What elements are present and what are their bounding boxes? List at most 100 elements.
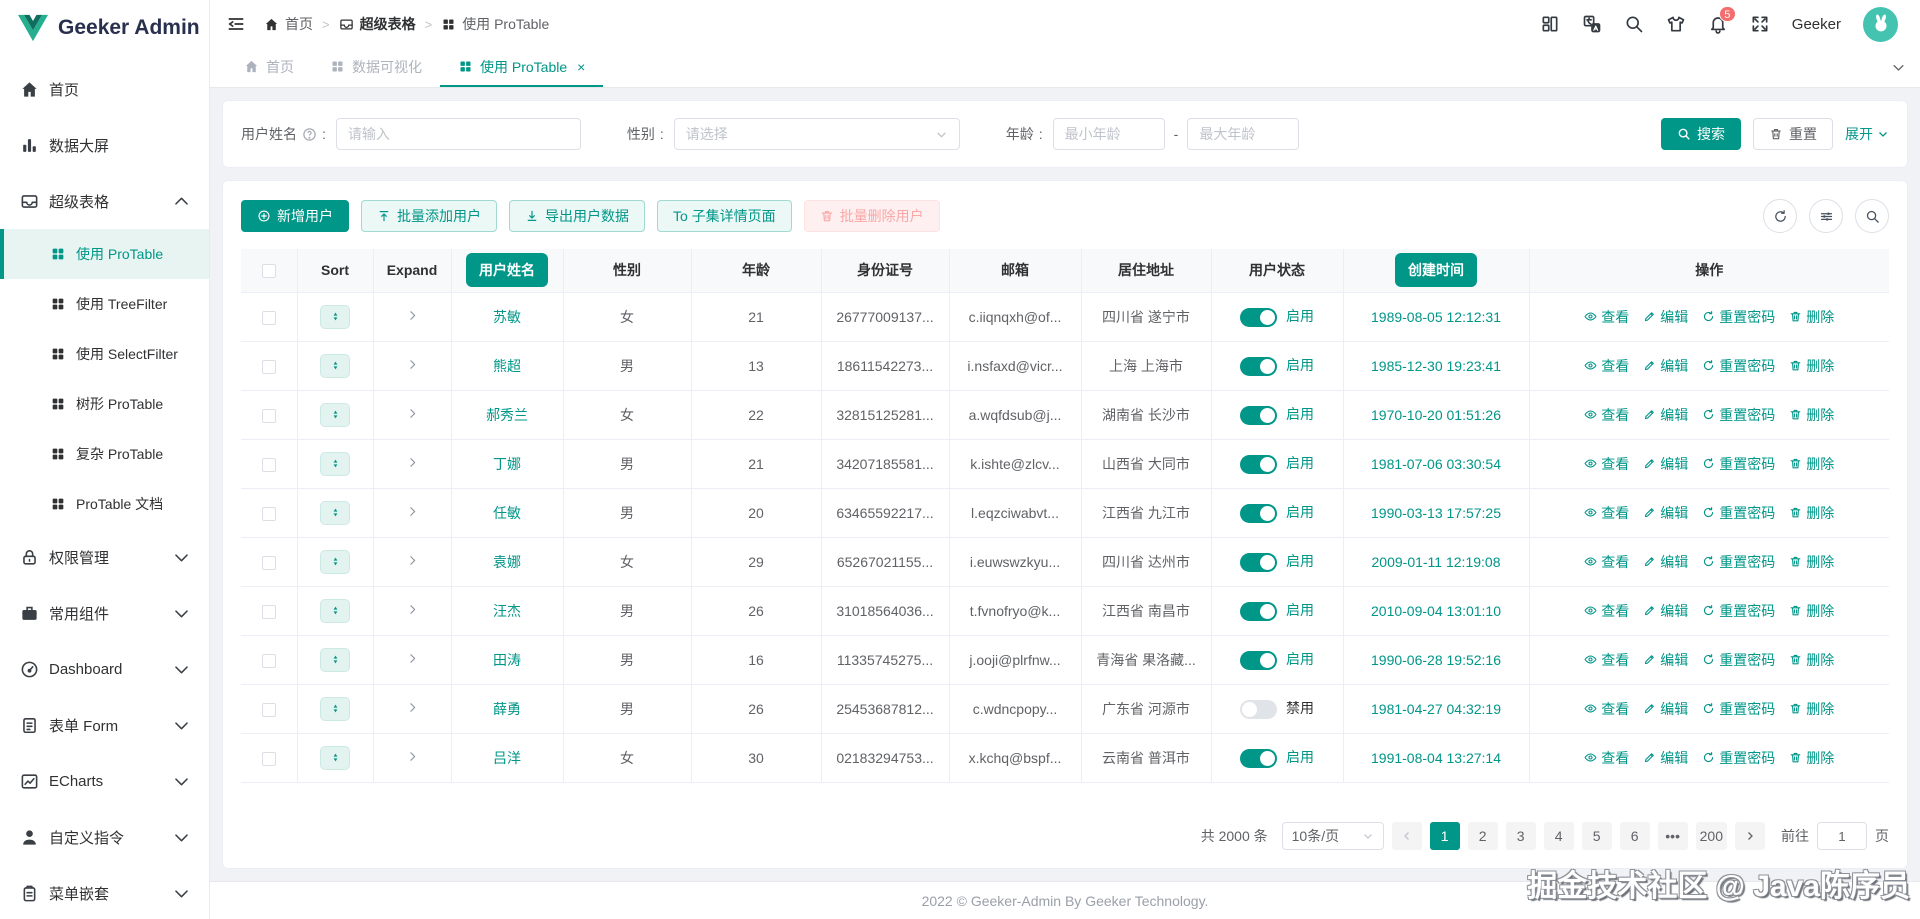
row-sort-handle[interactable] bbox=[320, 304, 350, 329]
delete-action[interactable]: 删除 bbox=[1789, 454, 1834, 474]
reset-password-action[interactable]: 重置密码 bbox=[1702, 552, 1775, 572]
expand-filter-link[interactable]: 展开 bbox=[1845, 124, 1889, 144]
toolbar-button[interactable]: 批量添加用户 bbox=[361, 200, 497, 232]
toolbar-button[interactable]: To 子集详情页面 bbox=[657, 200, 792, 232]
user-name-link[interactable]: 苏敏 bbox=[493, 309, 521, 325]
delete-action[interactable]: 删除 bbox=[1789, 748, 1834, 768]
delete-action[interactable]: 删除 bbox=[1789, 503, 1834, 523]
sidebar-subitem[interactable]: 复杂 ProTable bbox=[0, 429, 209, 479]
language-icon[interactable] bbox=[1582, 14, 1602, 34]
user-name-link[interactable]: 丁娜 bbox=[493, 456, 521, 472]
user-name-link[interactable]: 薛勇 bbox=[493, 701, 521, 717]
row-checkbox[interactable] bbox=[261, 506, 276, 521]
row-checkbox[interactable] bbox=[261, 702, 276, 717]
delete-action[interactable]: 删除 bbox=[1789, 650, 1834, 670]
reset-password-action[interactable]: 重置密码 bbox=[1702, 405, 1775, 425]
row-sort-handle[interactable] bbox=[320, 402, 350, 427]
user-name-link[interactable]: 田涛 bbox=[493, 652, 521, 668]
refresh-table-button[interactable] bbox=[1763, 199, 1797, 233]
edit-action[interactable]: 编辑 bbox=[1643, 748, 1688, 768]
username-input[interactable] bbox=[335, 118, 581, 150]
expand-row-icon[interactable] bbox=[406, 407, 419, 420]
edit-action[interactable]: 编辑 bbox=[1643, 356, 1688, 376]
sortable-column-header[interactable]: 创建时间 bbox=[1395, 253, 1477, 288]
status-toggle[interactable] bbox=[1240, 650, 1277, 670]
sidebar-item[interactable]: 自定义指令 bbox=[0, 809, 209, 865]
user-name-link[interactable]: 熊超 bbox=[493, 358, 521, 374]
reset-password-action[interactable]: 重置密码 bbox=[1702, 307, 1775, 327]
row-sort-handle[interactable] bbox=[320, 745, 350, 770]
view-action[interactable]: 查看 bbox=[1584, 601, 1629, 621]
edit-action[interactable]: 编辑 bbox=[1643, 552, 1688, 572]
expand-row-icon[interactable] bbox=[406, 652, 419, 665]
row-sort-handle[interactable] bbox=[320, 647, 350, 672]
expand-row-icon[interactable] bbox=[406, 309, 419, 322]
view-action[interactable]: 查看 bbox=[1584, 356, 1629, 376]
row-sort-handle[interactable] bbox=[320, 451, 350, 476]
layout-size-icon[interactable] bbox=[1540, 14, 1560, 34]
row-checkbox[interactable] bbox=[261, 653, 276, 668]
page-size-select[interactable]: 10条/页 bbox=[1281, 822, 1384, 850]
row-checkbox[interactable] bbox=[261, 604, 276, 619]
sidebar-item[interactable]: ECharts bbox=[0, 753, 209, 809]
breadcrumb-item[interactable]: 超级表格 bbox=[339, 14, 416, 34]
expand-row-icon[interactable] bbox=[406, 358, 419, 371]
view-action[interactable]: 查看 bbox=[1584, 405, 1629, 425]
user-name-link[interactable]: 郝秀兰 bbox=[486, 407, 528, 423]
edit-action[interactable]: 编辑 bbox=[1643, 503, 1688, 523]
help-icon[interactable] bbox=[302, 127, 317, 142]
reset-password-action[interactable]: 重置密码 bbox=[1702, 748, 1775, 768]
collapse-menu-icon[interactable] bbox=[226, 14, 246, 34]
reset-password-action[interactable]: 重置密码 bbox=[1702, 699, 1775, 719]
sidebar-item[interactable]: 菜单嵌套 bbox=[0, 865, 209, 919]
status-toggle[interactable] bbox=[1240, 699, 1277, 719]
edit-action[interactable]: 编辑 bbox=[1643, 699, 1688, 719]
sidebar-subitem[interactable]: 使用 SelectFilter bbox=[0, 329, 209, 379]
user-name-link[interactable]: 吕洋 bbox=[493, 750, 521, 766]
reset-button[interactable]: 重置 bbox=[1753, 118, 1833, 150]
row-checkbox[interactable] bbox=[261, 751, 276, 766]
view-action[interactable]: 查看 bbox=[1584, 503, 1629, 523]
status-toggle[interactable] bbox=[1240, 748, 1277, 768]
status-toggle[interactable] bbox=[1240, 405, 1277, 425]
reset-password-action[interactable]: 重置密码 bbox=[1702, 503, 1775, 523]
search-button[interactable]: 搜索 bbox=[1661, 118, 1741, 150]
status-toggle[interactable] bbox=[1240, 552, 1277, 572]
sidebar-item[interactable]: Dashboard bbox=[0, 641, 209, 697]
view-action[interactable]: 查看 bbox=[1584, 552, 1629, 572]
delete-action[interactable]: 删除 bbox=[1789, 356, 1834, 376]
select-all-checkbox[interactable] bbox=[261, 264, 276, 279]
row-sort-handle[interactable] bbox=[320, 500, 350, 525]
page-button-200[interactable]: 200 bbox=[1695, 822, 1727, 850]
tab-首页[interactable]: 首页 bbox=[226, 48, 312, 87]
reset-password-action[interactable]: 重置密码 bbox=[1702, 601, 1775, 621]
age-max-input[interactable] bbox=[1187, 118, 1300, 150]
toolbar-button[interactable]: 导出用户数据 bbox=[509, 200, 645, 232]
delete-action[interactable]: 删除 bbox=[1789, 405, 1834, 425]
user-name-link[interactable]: 任敏 bbox=[493, 505, 521, 521]
view-action[interactable]: 查看 bbox=[1584, 748, 1629, 768]
page-button-3[interactable]: 3 bbox=[1505, 822, 1536, 850]
expand-row-icon[interactable] bbox=[406, 701, 419, 714]
row-sort-handle[interactable] bbox=[320, 353, 350, 378]
sidebar-item[interactable]: 常用组件 bbox=[0, 585, 209, 641]
age-min-input[interactable] bbox=[1052, 118, 1165, 150]
page-button-5[interactable]: 5 bbox=[1581, 822, 1612, 850]
notifications-icon[interactable]: 5 bbox=[1708, 6, 1736, 34]
sidebar-item[interactable]: 表单 Form bbox=[0, 697, 209, 753]
view-action[interactable]: 查看 bbox=[1584, 699, 1629, 719]
toggle-search-button[interactable] bbox=[1855, 199, 1889, 233]
column-settings-button[interactable] bbox=[1809, 199, 1843, 233]
tab-数据可视化[interactable]: 数据可视化 bbox=[312, 48, 440, 87]
prev-page-button[interactable] bbox=[1391, 822, 1422, 850]
row-checkbox[interactable] bbox=[261, 457, 276, 472]
close-tab-icon[interactable]: × bbox=[577, 60, 585, 74]
more-pages-button[interactable]: ••• bbox=[1657, 822, 1688, 850]
delete-action[interactable]: 删除 bbox=[1789, 307, 1834, 327]
expand-row-icon[interactable] bbox=[406, 456, 419, 469]
reset-password-action[interactable]: 重置密码 bbox=[1702, 454, 1775, 474]
row-checkbox[interactable] bbox=[261, 359, 276, 374]
sidebar-item[interactable]: 数据大屏 bbox=[0, 117, 209, 173]
sidebar-subitem[interactable]: 树形 ProTable bbox=[0, 379, 209, 429]
status-toggle[interactable] bbox=[1240, 356, 1277, 376]
